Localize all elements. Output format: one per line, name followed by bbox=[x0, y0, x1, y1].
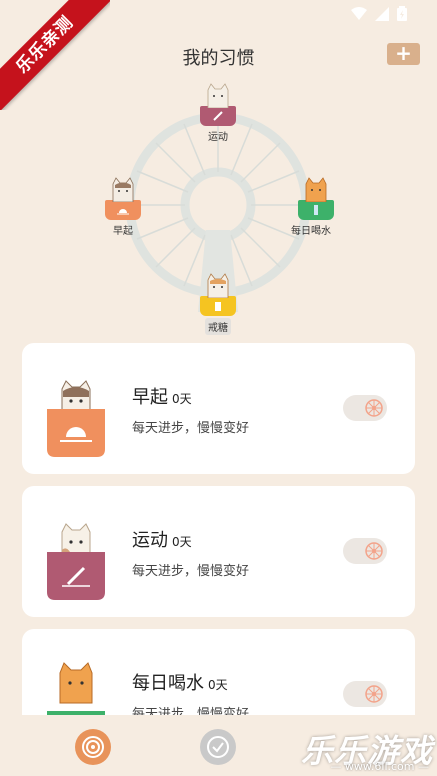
habit-name-row: 运动 0天 bbox=[132, 526, 192, 552]
cat-icon bbox=[112, 177, 134, 202]
habit-name: 每日喝水 bbox=[132, 673, 204, 694]
wheel-station-exercise[interactable]: 运动 bbox=[198, 82, 238, 143]
target-icon bbox=[82, 736, 104, 758]
habit-wheel: 运动 早起 每日喝水 戒糖 bbox=[0, 80, 437, 340]
station-label: 每日喝水 bbox=[291, 226, 331, 237]
water-bottle-icon bbox=[314, 205, 318, 215]
wheel-station-early-rise[interactable]: 早起 bbox=[103, 176, 143, 237]
wheel-knob-icon bbox=[363, 683, 385, 705]
habit-toggle[interactable] bbox=[343, 681, 387, 707]
habit-name-row: 早起 0天 bbox=[132, 383, 192, 409]
sunrise-icon bbox=[117, 209, 129, 215]
wheel-station-water[interactable]: 每日喝水 bbox=[291, 176, 336, 237]
habit-name: 早起 bbox=[132, 387, 168, 408]
page-title: 我的习惯 bbox=[182, 48, 255, 69]
habit-days: 0天 bbox=[172, 535, 192, 549]
station-cup bbox=[105, 200, 141, 220]
habit-name: 运动 bbox=[132, 530, 168, 551]
station-label: 早起 bbox=[113, 226, 133, 237]
station-cup bbox=[200, 296, 236, 316]
wheel-station-no-sugar[interactable]: 戒糖 bbox=[198, 272, 238, 335]
habit-desc: 每天进步，慢慢变好 bbox=[132, 564, 250, 579]
habit-toggle[interactable] bbox=[343, 395, 387, 421]
cat-icon bbox=[207, 273, 229, 298]
nav-wheel-button[interactable] bbox=[75, 729, 111, 765]
habit-card[interactable]: 运动 0天 每天进步，慢慢变好 bbox=[22, 486, 415, 617]
habit-desc: 每天进步，慢慢变好 bbox=[132, 421, 250, 436]
habit-card[interactable]: 早起 0天 每天进步，慢慢变好 bbox=[22, 343, 415, 474]
wheel-knob-icon bbox=[363, 540, 385, 562]
wheel-knob-icon bbox=[363, 397, 385, 419]
station-cup bbox=[200, 106, 236, 126]
wifi-icon bbox=[351, 7, 367, 20]
drink-icon bbox=[215, 302, 221, 311]
cat-icon bbox=[207, 83, 229, 108]
habit-days: 0天 bbox=[172, 392, 192, 406]
habit-days: 0天 bbox=[208, 678, 228, 692]
watermark-url: — www.6ll.com — bbox=[330, 760, 429, 773]
nav-checkin-button[interactable] bbox=[200, 729, 236, 765]
dumbbell-icon bbox=[213, 111, 223, 121]
station-label: 戒糖 bbox=[205, 318, 231, 335]
habit-toggle[interactable] bbox=[343, 538, 387, 564]
battery-icon bbox=[397, 6, 407, 21]
cat-cup-illustration bbox=[47, 380, 105, 457]
add-habit-button[interactable]: + bbox=[387, 43, 420, 65]
station-label: 运动 bbox=[208, 132, 228, 143]
station-cup bbox=[298, 200, 334, 220]
habit-name-row: 每日喝水 0天 bbox=[132, 669, 228, 695]
cat-icon bbox=[305, 177, 327, 202]
check-circle-icon bbox=[207, 736, 229, 758]
cat-cup-illustration bbox=[47, 523, 105, 600]
signal-icon bbox=[375, 6, 389, 21]
